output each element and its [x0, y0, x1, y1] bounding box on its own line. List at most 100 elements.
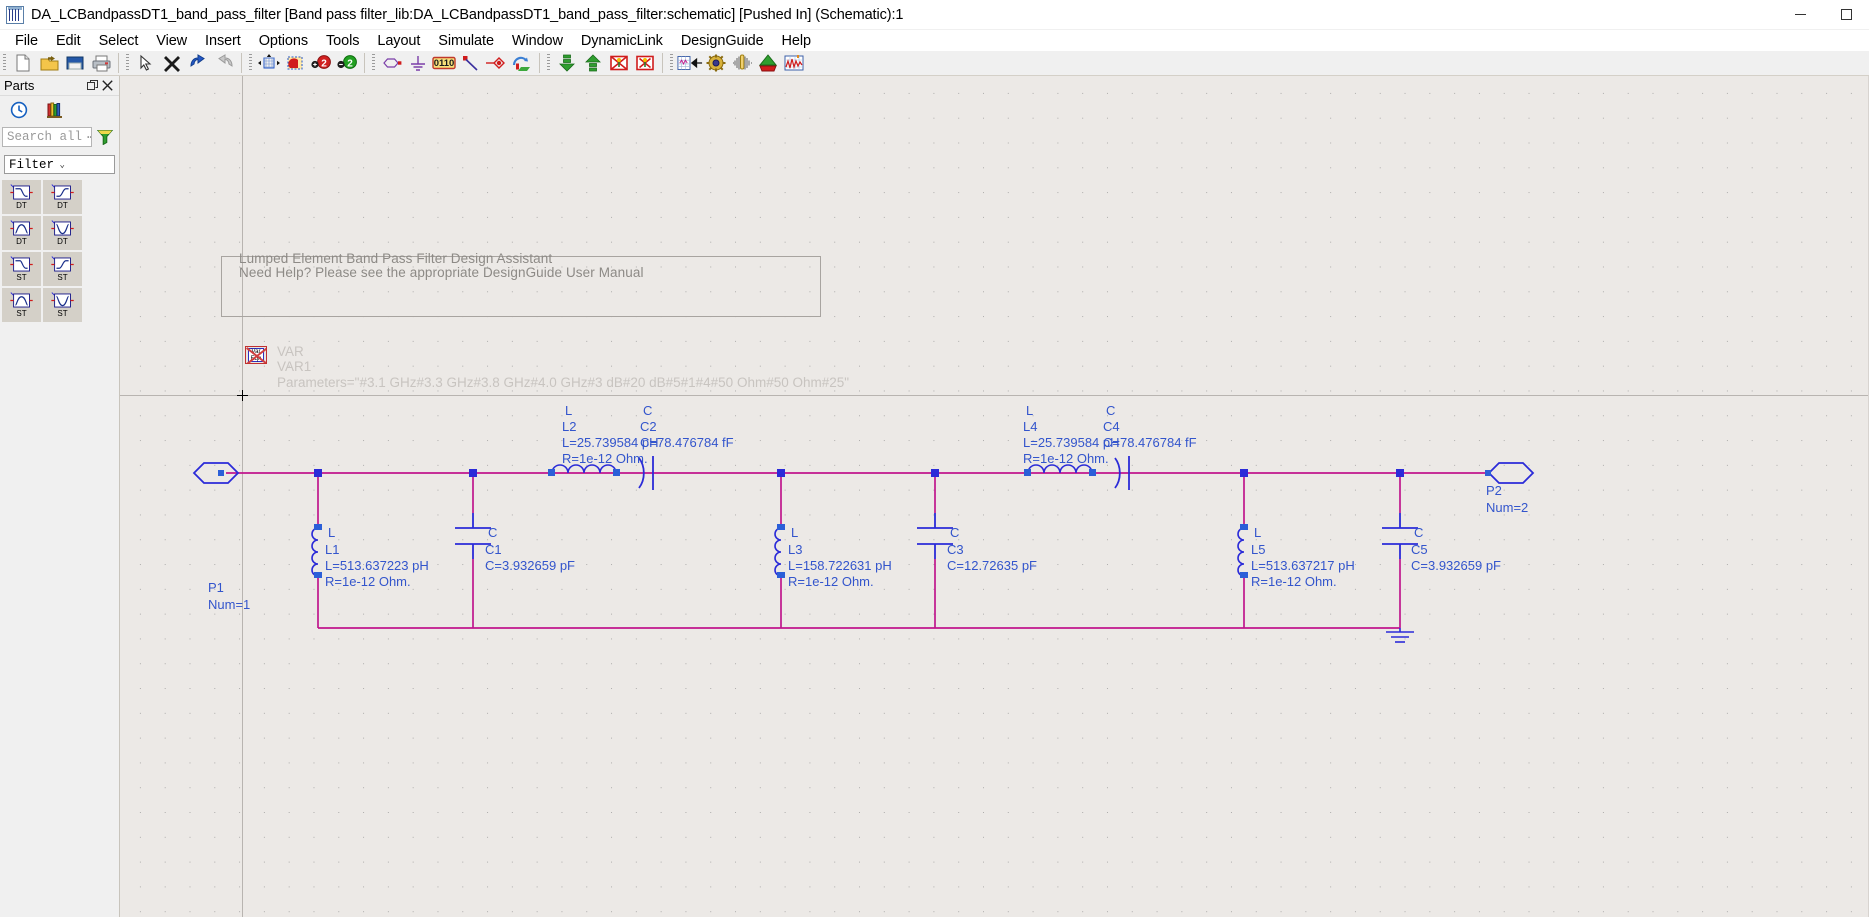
pop-out-button[interactable] — [580, 51, 606, 75]
inductor-l2-type: L — [565, 403, 573, 418]
schematic-canvas[interactable]: Lumped Element Band Pass Filter Design A… — [120, 76, 1869, 917]
menu-window[interactable]: Window — [503, 32, 572, 50]
maximize-icon — [1840, 9, 1852, 20]
menu-insert[interactable]: Insert — [196, 32, 250, 50]
part-item-bandpass-dt[interactable]: DT — [2, 216, 41, 250]
menu-tools[interactable]: Tools — [317, 32, 368, 50]
menu-simulate[interactable]: Simulate — [429, 32, 503, 50]
data-display-button[interactable] — [781, 51, 807, 75]
new-document-button[interactable] — [10, 51, 36, 75]
toolbar-grip[interactable] — [547, 54, 550, 72]
menu-edit[interactable]: Edit — [47, 32, 90, 50]
search-more-icon[interactable]: ⋯ — [87, 129, 91, 145]
tune-button[interactable] — [703, 51, 729, 75]
part-item-label: DT — [57, 201, 68, 210]
menu-select[interactable]: Select — [90, 32, 148, 50]
insert-wire-button[interactable] — [457, 51, 483, 75]
capacitor-c1-name: C1 — [485, 542, 502, 557]
part-item-bandstop-dt[interactable]: DT — [43, 216, 82, 250]
toolbar-grip[interactable] — [372, 54, 375, 72]
toolbar-grip[interactable] — [126, 54, 129, 72]
toolbar-grip[interactable] — [249, 54, 252, 72]
menu-help[interactable]: Help — [773, 32, 820, 50]
port-p1-name: P1 — [208, 580, 224, 595]
capacitor-c3-type: C — [950, 525, 960, 540]
chevron-down-icon[interactable]: ⌄ — [60, 160, 113, 170]
activate-button[interactable] — [632, 51, 658, 75]
tuning-button[interactable] — [729, 51, 755, 75]
inductor-l1-type: L — [328, 525, 336, 540]
history-clock-icon — [10, 101, 28, 119]
menu-view[interactable]: View — [147, 32, 196, 50]
search-input[interactable]: Search all ⋯ — [2, 127, 92, 147]
parts-category-value: Filter DG - All — [9, 157, 60, 172]
pop-out-icon — [585, 54, 601, 72]
toolbar-separator — [662, 53, 663, 73]
simulate-button[interactable] — [755, 51, 781, 75]
insert-port-button[interactable] — [379, 51, 405, 75]
part-item-lowpass-dt[interactable]: DT — [2, 180, 41, 214]
undo-button[interactable] — [185, 51, 211, 75]
capacitor-c2-type: C — [643, 403, 653, 418]
activate-icon — [636, 55, 654, 71]
menu-layout[interactable]: Layout — [368, 32, 429, 50]
parts-tab-history[interactable] — [8, 99, 30, 121]
inductor-l2-r: R=1e-12 Ohm. — [562, 451, 648, 466]
zoom-in-button[interactable]: 2 — [308, 51, 334, 75]
deactivate-button[interactable] — [606, 51, 632, 75]
undock-button[interactable] — [85, 78, 100, 93]
parts-panel-title: Parts — [4, 78, 35, 93]
close-panel-button[interactable] — [100, 78, 115, 93]
capacitor-c2-name: C2 — [640, 419, 657, 434]
menu-file[interactable]: File — [6, 32, 47, 50]
open-folder-button[interactable] — [36, 51, 62, 75]
capacitor-c2-value: C=78.476784 fF — [640, 435, 734, 450]
save-button[interactable] — [62, 51, 88, 75]
capacitor-c5-type: C — [1414, 525, 1424, 540]
part-item-label: ST — [16, 273, 27, 282]
minimize-button[interactable] — [1777, 0, 1823, 30]
arrow-pointer-button[interactable] — [133, 51, 159, 75]
inductor-l1-symbol — [311, 524, 322, 578]
highpass-filter-symbol — [50, 256, 74, 272]
parts-grid: DT DT DT DT ST ST ST ST — [0, 178, 119, 324]
part-item-label: ST — [57, 309, 68, 318]
print-button[interactable] — [88, 51, 114, 75]
delete-button[interactable] — [159, 51, 185, 75]
menu-dynamiclink[interactable]: DynamicLink — [572, 32, 672, 50]
inductor-l1-name: L1 — [325, 542, 340, 557]
toolbar-grip[interactable] — [670, 54, 673, 72]
zoom-fit-button[interactable] — [256, 51, 282, 75]
part-item-highpass-dt[interactable]: DT — [43, 180, 82, 214]
zoom-area-button[interactable] — [282, 51, 308, 75]
menu-designguide[interactable]: DesignGuide — [672, 32, 773, 50]
parts-tab-library[interactable] — [44, 99, 66, 121]
inductor-l3-symbol — [774, 524, 785, 578]
push-into-button[interactable] — [554, 51, 580, 75]
ground-symbol — [1386, 628, 1414, 643]
part-item-bandstop-st[interactable]: ST — [43, 288, 82, 322]
library-books-icon — [47, 102, 62, 118]
generate-layout-button[interactable] — [677, 51, 703, 75]
menu-options[interactable]: Options — [250, 32, 317, 50]
insert-var-button[interactable]: 0110 — [431, 51, 457, 75]
part-item-label: DT — [57, 237, 68, 246]
capacitor-c3-name: C3 — [947, 542, 964, 557]
insert-ground-button[interactable] — [405, 51, 431, 75]
node-refresh-button[interactable] — [509, 51, 535, 75]
part-item-highpass-st[interactable]: ST — [43, 252, 82, 286]
redo-button[interactable] — [211, 51, 237, 75]
bandpass-filter-symbol — [9, 292, 33, 308]
maximize-button[interactable] — [1823, 0, 1869, 30]
inductor-l4-name: L4 — [1023, 419, 1038, 434]
part-item-bandpass-st[interactable]: ST — [2, 288, 41, 322]
toolbar-grip[interactable] — [3, 54, 6, 72]
title-bar: DA_LCBandpassDT1_band_pass_filter [Band … — [0, 0, 1869, 30]
zoom-out-button[interactable]: 2 — [334, 51, 360, 75]
wire-label-button[interactable] — [483, 51, 509, 75]
capacitor-c5-value: C=3.932659 pF — [1411, 558, 1501, 573]
part-item-lowpass-st[interactable]: ST — [2, 252, 41, 286]
parts-category-select[interactable]: Filter DG - All ⌄ — [4, 155, 115, 174]
funnel-filter-icon[interactable] — [96, 129, 114, 146]
inductor-l5-type: L — [1254, 525, 1262, 540]
